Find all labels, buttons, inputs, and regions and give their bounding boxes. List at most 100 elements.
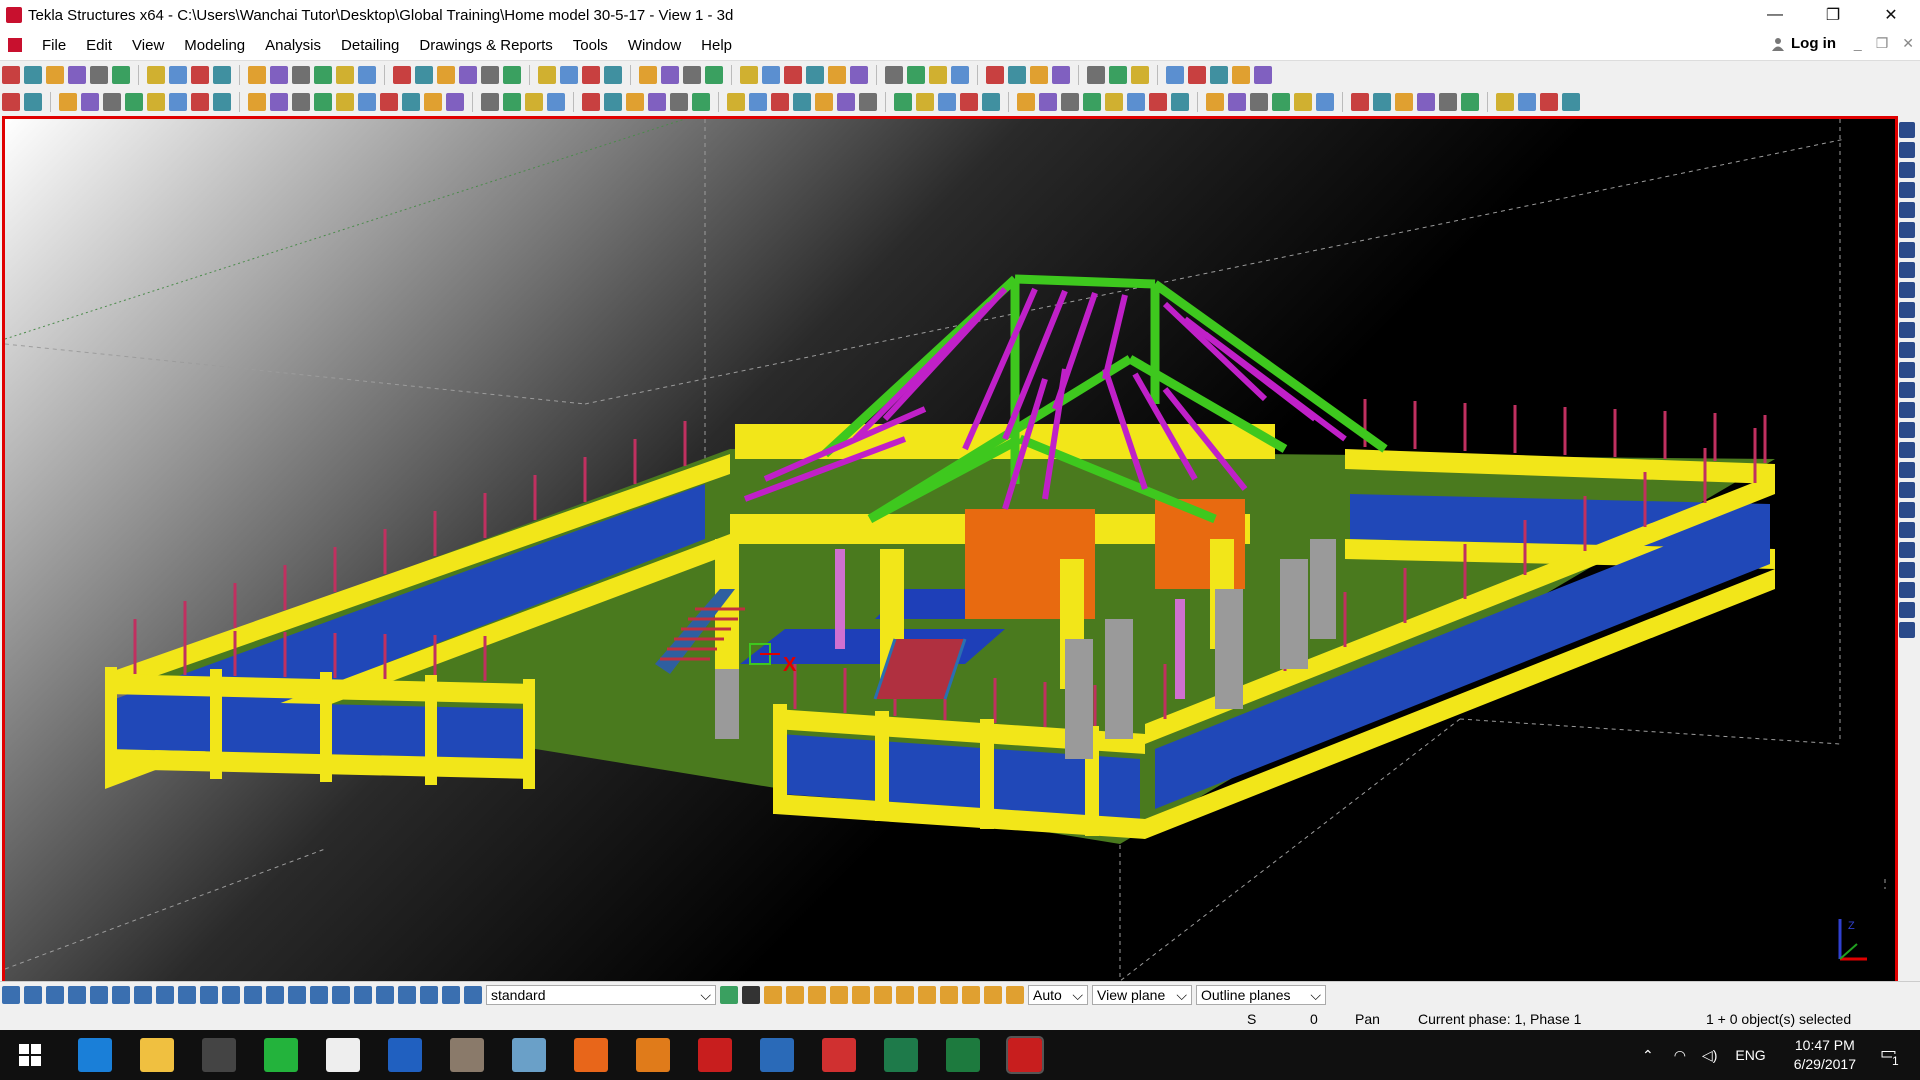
selection-switch-icon[interactable]	[332, 986, 350, 1004]
modeling-tool-icon[interactable]	[837, 93, 855, 111]
modeling-tool-icon[interactable]	[2, 93, 20, 111]
modeling-tool-icon[interactable]	[1417, 93, 1435, 111]
menu-help[interactable]: Help	[691, 37, 742, 54]
standard-tool-icon[interactable]	[951, 66, 969, 84]
modeling-tool-icon[interactable]	[547, 93, 565, 111]
selection-switch-icon[interactable]	[90, 986, 108, 1004]
modeling-tool-icon[interactable]	[1439, 93, 1457, 111]
autocad-icon[interactable]	[698, 1038, 732, 1072]
standard-tool-icon[interactable]	[314, 66, 332, 84]
view-tool-icon[interactable]	[1899, 562, 1915, 578]
modeling-tool-icon[interactable]	[24, 93, 42, 111]
view-tool-icon[interactable]	[1899, 342, 1915, 358]
modeling-tool-icon[interactable]	[270, 93, 288, 111]
selection-switch-icon[interactable]	[288, 986, 306, 1004]
snap-depth-combo[interactable]: Auto ⌵	[1028, 985, 1088, 1005]
view-tool-icon[interactable]	[1899, 622, 1915, 638]
modeling-tool-icon[interactable]	[771, 93, 789, 111]
standard-tool-icon[interactable]	[1254, 66, 1272, 84]
selection-filter-combo[interactable]: standard ⌵	[486, 985, 716, 1005]
modeling-tool-icon[interactable]	[1061, 93, 1079, 111]
modeling-tool-icon[interactable]	[727, 93, 745, 111]
standard-tool-icon[interactable]	[683, 66, 701, 84]
modeling-tool-icon[interactable]	[424, 93, 442, 111]
view-tool-icon[interactable]	[1899, 602, 1915, 618]
standard-tool-icon[interactable]	[292, 66, 310, 84]
standard-tool-icon[interactable]	[1030, 66, 1048, 84]
view-tool-icon[interactable]	[1899, 182, 1915, 198]
view-tool-icon[interactable]	[1899, 282, 1915, 298]
modeling-tool-icon[interactable]	[103, 93, 121, 111]
standard-tool-icon[interactable]	[885, 66, 903, 84]
standard-tool-icon[interactable]	[248, 66, 266, 84]
modeling-tool-icon[interactable]	[1518, 93, 1536, 111]
menu-edit[interactable]: Edit	[76, 37, 122, 54]
selection-switch-icon[interactable]	[134, 986, 152, 1004]
standard-tool-icon[interactable]	[740, 66, 758, 84]
standard-tool-icon[interactable]	[90, 66, 108, 84]
standard-tool-icon[interactable]	[2, 66, 20, 84]
standard-tool-icon[interactable]	[762, 66, 780, 84]
selection-switch-icon[interactable]	[420, 986, 438, 1004]
modeling-tool-icon[interactable]	[1083, 93, 1101, 111]
modeling-tool-icon[interactable]	[670, 93, 688, 111]
view-tool-icon[interactable]	[1899, 422, 1915, 438]
modeling-tool-icon[interactable]	[1395, 93, 1413, 111]
remote-desktop-icon[interactable]	[760, 1038, 794, 1072]
publisher-icon[interactable]	[884, 1038, 918, 1072]
minimize-button[interactable]: —	[1746, 0, 1804, 30]
standard-tool-icon[interactable]	[604, 66, 622, 84]
standard-tool-icon[interactable]	[437, 66, 455, 84]
modeling-tool-icon[interactable]	[749, 93, 767, 111]
snap-switch-icon[interactable]	[808, 986, 826, 1004]
standard-tool-icon[interactable]	[169, 66, 187, 84]
notes-app-icon[interactable]	[512, 1038, 546, 1072]
snap-switch-icon[interactable]	[830, 986, 848, 1004]
standard-tool-icon[interactable]	[907, 66, 925, 84]
modeling-tool-icon[interactable]	[248, 93, 266, 111]
selection-switch-icon[interactable]	[442, 986, 460, 1004]
mdi-minimize-icon[interactable]: _	[1854, 35, 1862, 52]
notifications-icon[interactable]: ▭ 1	[1874, 1040, 1908, 1070]
standard-tool-icon[interactable]	[1188, 66, 1206, 84]
selection-switch-icon[interactable]	[68, 986, 86, 1004]
standard-tool-icon[interactable]	[112, 66, 130, 84]
standard-tool-icon[interactable]	[850, 66, 868, 84]
view-tool-icon[interactable]	[1899, 162, 1915, 178]
view-tool-icon[interactable]	[1899, 502, 1915, 518]
selection-switch-icon[interactable]	[200, 986, 218, 1004]
modeling-tool-icon[interactable]	[1228, 93, 1246, 111]
firefox-icon[interactable]	[574, 1038, 608, 1072]
close-button[interactable]: ✕	[1862, 0, 1920, 30]
selection-switch-icon[interactable]	[46, 986, 64, 1004]
snap-switch-icon[interactable]	[874, 986, 892, 1004]
modeling-tool-icon[interactable]	[336, 93, 354, 111]
modeling-tool-icon[interactable]	[1316, 93, 1334, 111]
modeling-tool-icon[interactable]	[446, 93, 464, 111]
modeling-tool-icon[interactable]	[982, 93, 1000, 111]
modeling-tool-icon[interactable]	[191, 93, 209, 111]
standard-tool-icon[interactable]	[213, 66, 231, 84]
view-tool-icon[interactable]	[1899, 462, 1915, 478]
modeling-tool-icon[interactable]	[582, 93, 600, 111]
menu-drawings-reports[interactable]: Drawings & Reports	[409, 37, 562, 54]
modeling-tool-icon[interactable]	[916, 93, 934, 111]
modeling-tool-icon[interactable]	[81, 93, 99, 111]
view-tool-icon[interactable]	[1899, 362, 1915, 378]
standard-tool-icon[interactable]	[1052, 66, 1070, 84]
edge-icon[interactable]	[78, 1038, 112, 1072]
snap-switch-icon[interactable]	[764, 986, 782, 1004]
camera-app-icon[interactable]	[202, 1038, 236, 1072]
modeling-tool-icon[interactable]	[314, 93, 332, 111]
view-tool-icon[interactable]	[1899, 202, 1915, 218]
snap-switch-icon[interactable]	[984, 986, 1002, 1004]
plane-combo[interactable]: View plane ⌵	[1092, 985, 1192, 1005]
selection-switch-icon[interactable]	[112, 986, 130, 1004]
selection-switch-icon[interactable]	[464, 986, 482, 1004]
mdi-close-icon[interactable]: ✕	[1902, 35, 1914, 52]
modeling-tool-icon[interactable]	[481, 93, 499, 111]
modeling-tool-icon[interactable]	[894, 93, 912, 111]
standard-tool-icon[interactable]	[336, 66, 354, 84]
modeling-tool-icon[interactable]	[402, 93, 420, 111]
modeling-tool-icon[interactable]	[169, 93, 187, 111]
